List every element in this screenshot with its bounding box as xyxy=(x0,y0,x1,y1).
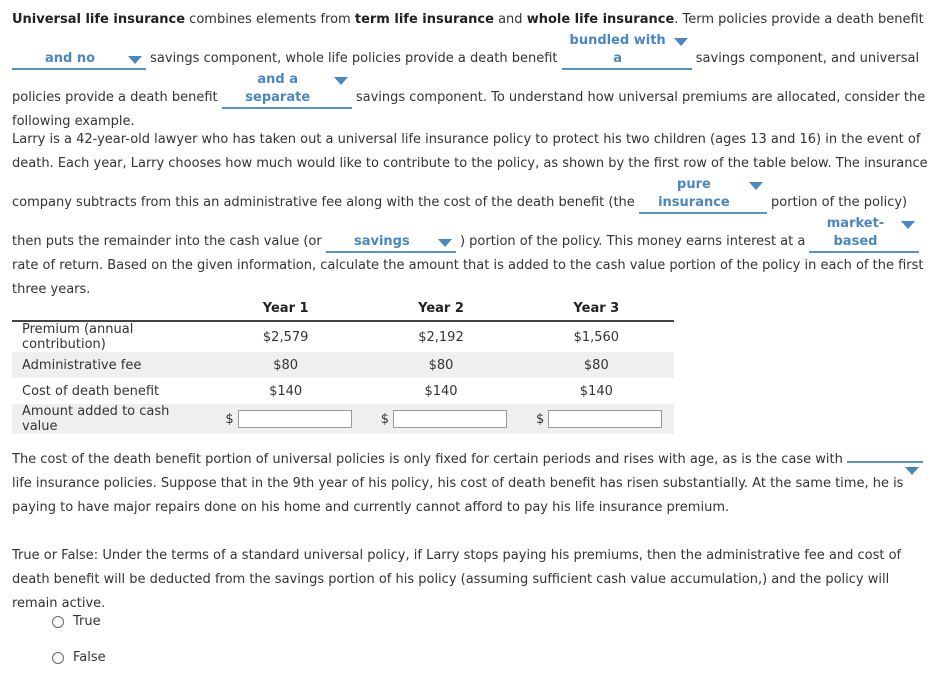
row-label: Administrative fee xyxy=(12,352,208,378)
text: rate of return. Based on the given infor… xyxy=(12,258,924,297)
cell-value: $80 xyxy=(518,352,674,378)
cell-value: $2,192 xyxy=(418,329,464,345)
followup-paragraph: The cost of the death benefit portion of… xyxy=(12,448,928,520)
term-term-life: term life insurance xyxy=(354,12,494,27)
dropdown-value: and no xyxy=(44,51,96,66)
header-year-2: Year 2 xyxy=(363,296,519,322)
option-true[interactable]: True xyxy=(52,614,101,629)
term-whole-life: whole life insurance xyxy=(526,12,675,27)
input-cell-year-1: $ xyxy=(208,404,364,434)
cell-value: $80 xyxy=(363,352,519,378)
scenario-paragraph: Larry is a 42-year-old lawyer who has ta… xyxy=(12,128,928,302)
row-label: Premium (annual contribution) xyxy=(22,322,134,352)
caret-down-icon xyxy=(904,467,919,475)
option-label: False xyxy=(73,650,106,665)
dropdown-value: savings xyxy=(353,234,410,249)
whole-life-dropdown[interactable]: bundled with a xyxy=(561,32,692,70)
true-false-question: True or False: Under the terms of a stan… xyxy=(12,548,902,611)
text: . Term policies provide a death benefit xyxy=(674,12,924,27)
text: The cost of the death benefit portion of… xyxy=(12,452,847,467)
dropdown-value: bundled with a xyxy=(569,33,666,66)
death-benefit-portion-dropdown[interactable]: pure insurance xyxy=(638,176,767,214)
text: and xyxy=(493,12,527,27)
radio-button-false[interactable] xyxy=(52,651,64,664)
input-cell-year-2: $ xyxy=(363,404,519,434)
text: combines elements from xyxy=(185,12,355,27)
header-year-3: Year 3 xyxy=(518,296,674,322)
table-row-death-benefit-cost: Cost of death benefit $140 $140 $140 xyxy=(12,378,674,404)
rate-of-return-dropdown[interactable]: market-based xyxy=(809,215,920,253)
dropdown-value: pure insurance xyxy=(658,177,730,210)
text: life insurance policies. Suppose that in… xyxy=(12,476,904,515)
cash-value-table: Year 1 Year 2 Year 3 Premium (annual con… xyxy=(12,296,674,434)
currency-symbol: $ xyxy=(380,411,389,427)
table-row-cash-value-input: Amount added to cash value $ $ $ xyxy=(12,404,674,434)
option-false[interactable]: False xyxy=(52,650,106,665)
intro-paragraph: Universal life insurance combines elemen… xyxy=(12,8,928,134)
radio-button-true[interactable] xyxy=(52,615,64,628)
text: savings component, whole life policies p… xyxy=(146,51,562,66)
header-year-1: Year 1 xyxy=(208,296,364,322)
cell-value: $140 xyxy=(579,383,613,399)
cell-value: $140 xyxy=(424,383,458,399)
term-policy-dropdown[interactable]: and no xyxy=(12,50,146,70)
policy-type-dropdown[interactable] xyxy=(846,461,923,475)
cash-value-input-year-3[interactable] xyxy=(548,410,663,428)
caret-down-icon xyxy=(901,221,916,229)
cell-value: $2,579 xyxy=(262,329,309,345)
cash-value-dropdown[interactable]: savings xyxy=(325,233,456,253)
caret-down-icon xyxy=(673,38,688,46)
table-row-premium: Premium (annual contribution) $2,579 $2,… xyxy=(12,321,674,352)
term-universal: Universal life insurance xyxy=(12,12,186,27)
cell-value: $1,560 xyxy=(573,329,620,345)
currency-symbol: $ xyxy=(225,411,234,427)
text: ) portion of the policy. This money earn… xyxy=(455,234,810,249)
header-blank xyxy=(12,296,208,322)
input-cell-year-3: $ xyxy=(518,404,674,434)
cash-value-input-year-1[interactable] xyxy=(237,410,352,428)
table-header-row: Year 1 Year 2 Year 3 xyxy=(12,296,674,322)
caret-down-icon xyxy=(333,77,348,85)
cell-value: $80 xyxy=(208,352,364,378)
caret-down-icon xyxy=(748,182,763,190)
cell-value: $140 xyxy=(269,383,303,399)
currency-symbol: $ xyxy=(536,411,545,427)
dropdown-value: and a separate xyxy=(245,72,311,105)
caret-down-icon xyxy=(128,56,142,64)
caret-down-icon xyxy=(437,239,452,247)
dropdown-value: market-based xyxy=(826,216,885,249)
row-label: Amount added to cash value xyxy=(12,404,208,434)
row-label: Cost of death benefit xyxy=(22,383,160,399)
table-row-admin-fee: Administrative fee $80 $80 $80 xyxy=(12,352,674,378)
cash-value-input-year-2[interactable] xyxy=(392,410,507,428)
option-label: True xyxy=(73,614,101,629)
universal-dropdown[interactable]: and a separate xyxy=(221,71,352,109)
